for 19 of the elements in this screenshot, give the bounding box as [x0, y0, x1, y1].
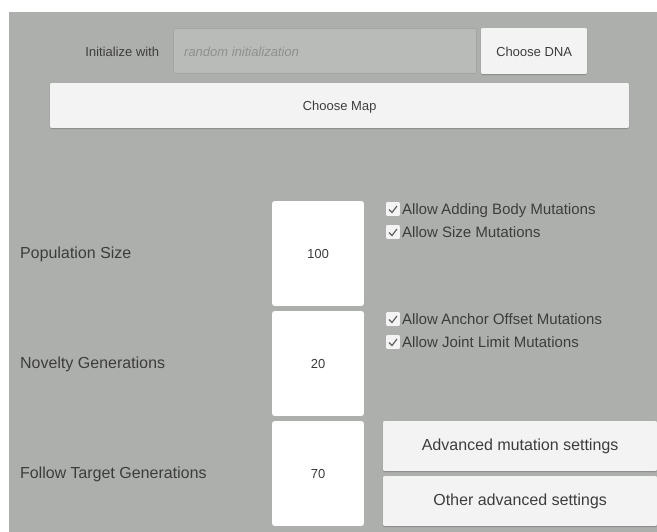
- number-field[interactable]: 20: [272, 311, 364, 416]
- field-label: Novelty Generations: [19, 354, 166, 372]
- checkbox-label: Allow Size Mutations: [402, 224, 542, 242]
- checkbox[interactable]: [386, 312, 400, 326]
- choose-map-button[interactable]: Choose Map: [50, 83, 629, 128]
- checkbox-label: Allow Joint Limit Mutations: [402, 334, 580, 352]
- field-label: Initialize with: [84, 44, 160, 58]
- checkbox-label: Allow Anchor Offset Mutations: [402, 311, 603, 329]
- checkbox-label: Allow Adding Body Mutations: [402, 201, 596, 219]
- settings-button[interactable]: Advanced mutation settings: [383, 421, 657, 471]
- number-field[interactable]: 70: [272, 421, 364, 526]
- number-field[interactable]: 100: [272, 201, 364, 306]
- settings-button[interactable]: Other advanced settings: [383, 476, 657, 526]
- checkbox[interactable]: [386, 202, 400, 216]
- checkbox[interactable]: [386, 335, 400, 349]
- field-label: Follow Target Generations: [19, 464, 208, 482]
- checkbox[interactable]: [386, 225, 400, 239]
- choose-dna-button[interactable]: Choose DNA: [481, 28, 587, 74]
- field-label: Population Size: [19, 244, 132, 262]
